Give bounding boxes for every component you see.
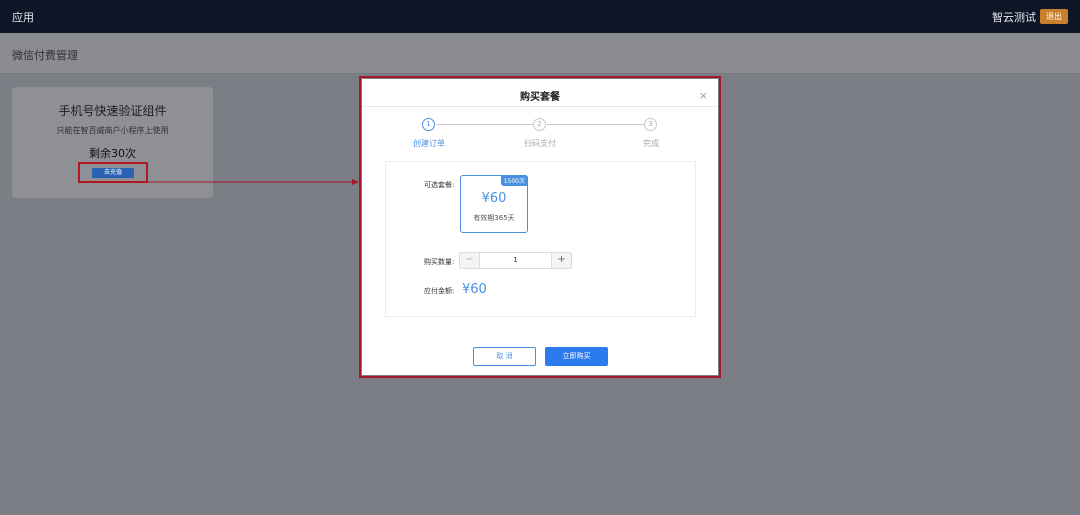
pointer-arrow [148,179,359,185]
quantity-stepper: − 1 + [459,252,572,269]
step-1-circle: 1 [422,118,435,131]
package-price: ¥60 [481,191,507,206]
step-3-circle: 3 [644,118,657,131]
total-label: 应付金额: [424,287,455,295]
package-option[interactable]: 1500次 ¥60 有效期365天 [460,175,528,233]
divider [362,106,718,107]
step-1-label: 创建订单 [413,139,445,148]
purchase-modal: 购买套餐 × 1 2 3 创建订单 扫码支付 完成 可选套餐: 1500次 ¥6… [362,79,718,375]
buy-now-button[interactable]: 立即购买 [545,347,608,366]
package-label: 可选套餐: [424,181,455,189]
order-form: 可选套餐: 1500次 ¥60 有效期365天 购买数量: − 1 + 应付金额… [385,161,696,317]
card-title: 手机号快速验证组件 [58,104,167,118]
highlight-box: 去充值 [78,162,148,183]
increase-button[interactable]: + [551,253,571,268]
package-badge: 1500次 [500,175,528,186]
quantity-input[interactable]: 1 [480,253,551,268]
decrease-button[interactable]: − [460,253,480,268]
total-amount: ¥60 [462,282,487,297]
step-line [436,124,534,125]
page-header: 微信付费管理 [0,33,1080,74]
page-title: 微信付费管理 [12,49,78,62]
step-line [547,124,645,125]
cancel-button[interactable]: 取 消 [473,347,536,366]
top-bar: 应用 智云测试 退出 [0,0,1080,33]
step-3-label: 完成 [643,139,659,148]
card-description: 只能在智百威商户小程序上使用 [56,126,169,135]
app-title: 应用 [12,11,34,24]
recharge-button[interactable]: 去充值 [92,168,134,178]
remaining-count: 剩余30次 [89,147,136,160]
logout-button[interactable]: 退出 [1040,9,1068,24]
user-name: 智云测试 [992,11,1036,24]
modal-title: 购买套餐 [520,92,560,103]
package-validity: 有效期365天 [473,214,515,222]
quantity-label: 购买数量: [424,258,455,266]
step-2-label: 扫码支付 [524,139,556,148]
close-icon[interactable]: × [699,89,708,102]
step-2-circle: 2 [533,118,546,131]
